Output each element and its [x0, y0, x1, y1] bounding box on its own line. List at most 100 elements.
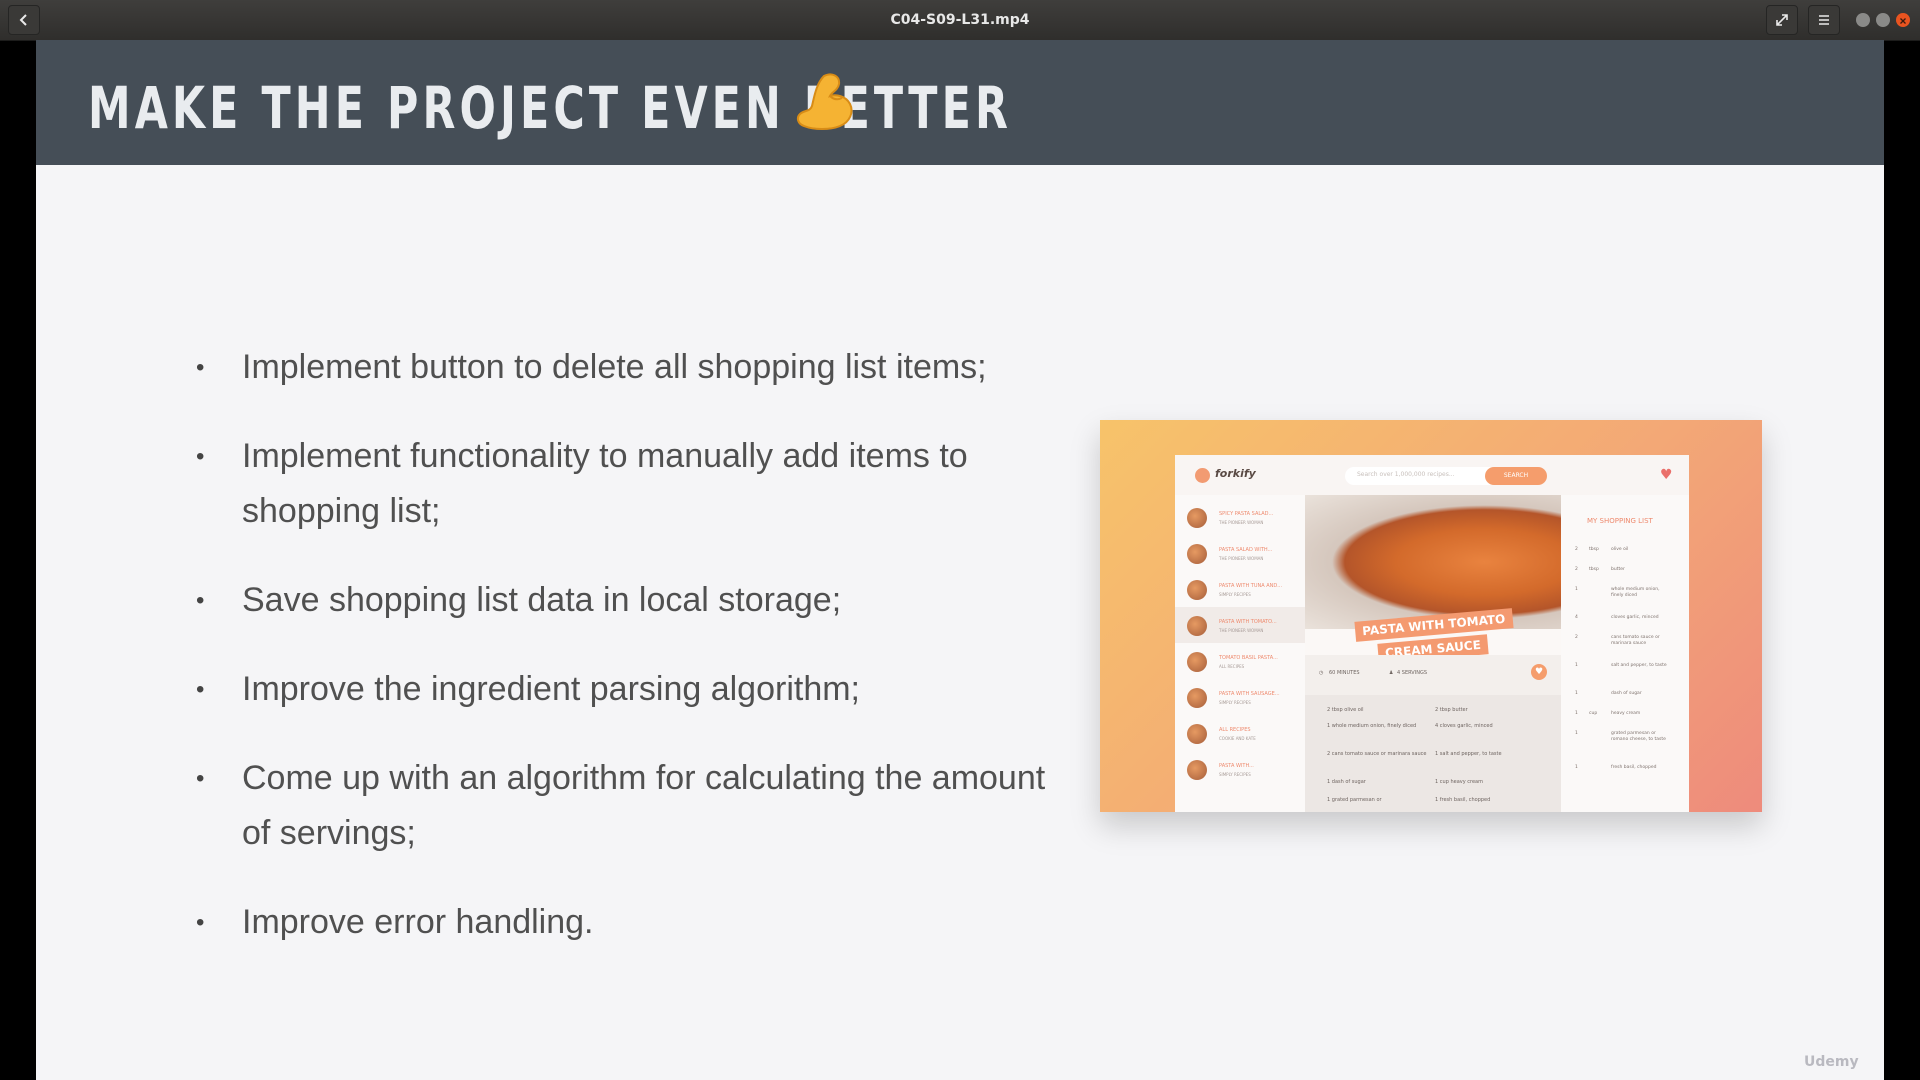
- forkify-logo-icon: [1195, 468, 1210, 483]
- recipe-item-publisher: SIMPLY RECIPES: [1219, 772, 1251, 777]
- app-preview-image: forkify Search over 1,000,000 recipes...…: [1100, 420, 1762, 812]
- shopping-unit: tbsp: [1589, 567, 1599, 572]
- ingredients-panel: 2 tbsp olive oil 2 tbsp butter 1 whole m…: [1305, 695, 1561, 812]
- window-titlebar: C04-S09-L31.mp4: [0, 0, 1920, 41]
- recipe-thumbnail: [1187, 544, 1207, 564]
- app-search-placeholder: Search over 1,000,000 recipes...: [1357, 471, 1455, 478]
- shopping-list-title: MY SHOPPING LIST: [1587, 517, 1653, 525]
- bullet-dot: •: [196, 676, 205, 703]
- list-item: PASTA WITH TUNA AND... SIMPLY RECIPES: [1175, 571, 1305, 607]
- clock-icon: ◷: [1319, 670, 1324, 676]
- list-item: PASTA WITH SAUSAGE... SIMPLY RECIPES: [1175, 679, 1305, 715]
- ingredient-item: 1 dash of sugar: [1327, 779, 1366, 785]
- shopping-desc: heavy cream: [1611, 711, 1641, 716]
- recipe-item-title: PASTA WITH TUNA AND...: [1219, 583, 1283, 589]
- fullscreen-button[interactable]: [1766, 5, 1798, 35]
- bullet-dot: •: [196, 909, 205, 936]
- shopping-desc: cans tomato sauce or marinara sauce: [1611, 635, 1660, 646]
- recipe-item-title: PASTA WITH...: [1219, 763, 1254, 769]
- list-item: TOMATO BASIL PASTA... ALL RECIPES: [1175, 643, 1305, 679]
- ingredient-item: 1 salt and pepper, to taste: [1435, 751, 1502, 757]
- slide-title: MAKE THE PROJECT EVEN BETTER: [88, 74, 1012, 142]
- app-results-sidebar: SPICY PASTA SALAD... THE PIONEER WOMAN PA…: [1175, 495, 1305, 812]
- bullet-list: • Implement button to delete all shopping…: [154, 340, 1054, 984]
- hamburger-icon: [1819, 15, 1829, 25]
- recipe-item-publisher: THE PIONEER WOMAN: [1219, 628, 1264, 633]
- list-item: SPICY PASTA SALAD... THE PIONEER WOMAN: [1175, 499, 1305, 535]
- shopping-desc: grated parmesan or romano cheese, to tas…: [1611, 731, 1666, 742]
- recipe-thumbnail: [1187, 724, 1207, 744]
- shopping-qty: 2: [1575, 635, 1578, 640]
- udemy-watermark: Udemy: [1804, 1054, 1859, 1070]
- recipe-item-publisher: SIMPLY RECIPES: [1219, 592, 1251, 597]
- shopping-desc: cloves garlic, minced: [1611, 615, 1659, 620]
- list-item: PASTA WITH... SIMPLY RECIPES: [1175, 751, 1305, 787]
- close-button[interactable]: [1896, 13, 1910, 27]
- ingredient-item: 2 tbsp olive oil: [1327, 707, 1364, 713]
- shopping-desc: fresh basil, chopped: [1611, 765, 1657, 770]
- shopping-qty: 1: [1575, 711, 1578, 716]
- recipe-item-publisher: ALL RECIPES: [1219, 664, 1245, 669]
- ingredient-item: 1 cup heavy cream: [1435, 779, 1483, 785]
- list-item: ALL RECIPES COOKIE AND KATE: [1175, 715, 1305, 751]
- list-item: PASTA SALAD WITH... THE PIONEER WOMAN: [1175, 535, 1305, 571]
- shopping-desc: whole medium onion, finely diced: [1611, 587, 1660, 598]
- bullet-item: • Improve the ingredient parsing algorith…: [154, 662, 1054, 717]
- bullet-text: Improve the ingredient parsing algorithm…: [242, 670, 860, 708]
- minimize-button[interactable]: [1856, 13, 1870, 27]
- bullet-item: • Implement button to delete all shopping…: [154, 340, 1054, 395]
- shopping-list-panel: MY SHOPPING LIST 2 tbsp olive oil 2 tbsp but…: [1561, 495, 1689, 812]
- ingredient-item: 2 cans tomato sauce or marinara sauce: [1327, 751, 1427, 757]
- bullet-dot: •: [196, 354, 205, 381]
- recipe-thumbnail: [1187, 580, 1207, 600]
- bullet-text: Implement functionality to manually add …: [242, 437, 968, 530]
- shopping-qty: 1: [1575, 587, 1578, 592]
- recipe-photo: [1305, 495, 1561, 629]
- shopping-qty: 2: [1575, 567, 1578, 572]
- bullet-dot: •: [196, 587, 205, 614]
- bookmark-heart-icon: ♥: [1531, 664, 1547, 680]
- recipe-item-publisher: COOKIE AND KATE: [1219, 736, 1256, 741]
- shopping-qty: 4: [1575, 615, 1578, 620]
- recipe-thumbnail: [1187, 688, 1207, 708]
- list-item: PASTA WITH TOMATO... THE PIONEER WOMAN: [1175, 607, 1305, 643]
- recipe-thumbnail: [1187, 508, 1207, 528]
- recipe-item-title: ALL RECIPES: [1219, 727, 1251, 733]
- recipe-item-title: PASTA WITH SAUSAGE...: [1219, 691, 1280, 697]
- recipe-servings: 4 SERVINGS: [1397, 670, 1427, 676]
- shopping-qty: 2: [1575, 547, 1578, 552]
- bullet-text: Save shopping list data in local storage…: [242, 581, 842, 619]
- shopping-unit: cup: [1589, 711, 1598, 716]
- heart-icon: ♥: [1660, 467, 1673, 483]
- recipe-item-publisher: THE PIONEER WOMAN: [1219, 556, 1264, 561]
- ingredient-item: 2 tbsp butter: [1435, 707, 1468, 713]
- maximize-button[interactable]: [1876, 13, 1890, 27]
- bullet-item: • Save shopping list data in local storag…: [154, 573, 1054, 628]
- menu-button[interactable]: [1808, 5, 1840, 35]
- forkify-app-window: forkify Search over 1,000,000 recipes...…: [1175, 455, 1689, 812]
- bullet-text: Come up with an algorithm for calculatin…: [242, 759, 1046, 852]
- recipe-item-publisher: SIMPLY RECIPES: [1219, 700, 1251, 705]
- bullet-text: Improve error handling.: [242, 903, 594, 941]
- video-frame[interactable]: MAKE THE PROJECT EVEN BETTER • Implement …: [36, 40, 1884, 1080]
- expand-icon: [1776, 14, 1788, 26]
- app-logo: forkify: [1215, 467, 1256, 480]
- shopping-desc: dash of sugar: [1611, 691, 1642, 696]
- recipe-item-title: TOMATO BASIL PASTA...: [1219, 655, 1278, 661]
- ingredient-item: 1 fresh basil, chopped: [1435, 797, 1491, 803]
- ingredient-item: 1 grated parmesan or: [1327, 797, 1382, 803]
- flexed-biceps-icon: [796, 73, 853, 130]
- shopping-desc: olive oil: [1611, 547, 1629, 552]
- bullet-dot: •: [196, 765, 205, 792]
- recipe-minutes: 60 MINUTES: [1329, 670, 1360, 676]
- close-icon: [1900, 18, 1906, 24]
- shopping-unit: tbsp: [1589, 547, 1599, 552]
- bullet-item: • Improve error handling.: [154, 895, 1054, 950]
- person-icon: ♟: [1389, 670, 1394, 676]
- slide-header: MAKE THE PROJECT EVEN BETTER: [36, 40, 1884, 165]
- recipe-thumbnail: [1187, 616, 1207, 636]
- shopping-desc: salt and pepper, to taste: [1611, 663, 1667, 668]
- recipe-info-row: ◷ 60 MINUTES ♟ 4 SERVINGS: [1305, 655, 1561, 695]
- app-header: forkify Search over 1,000,000 recipes...…: [1175, 455, 1689, 495]
- shopping-qty: 1: [1575, 691, 1578, 696]
